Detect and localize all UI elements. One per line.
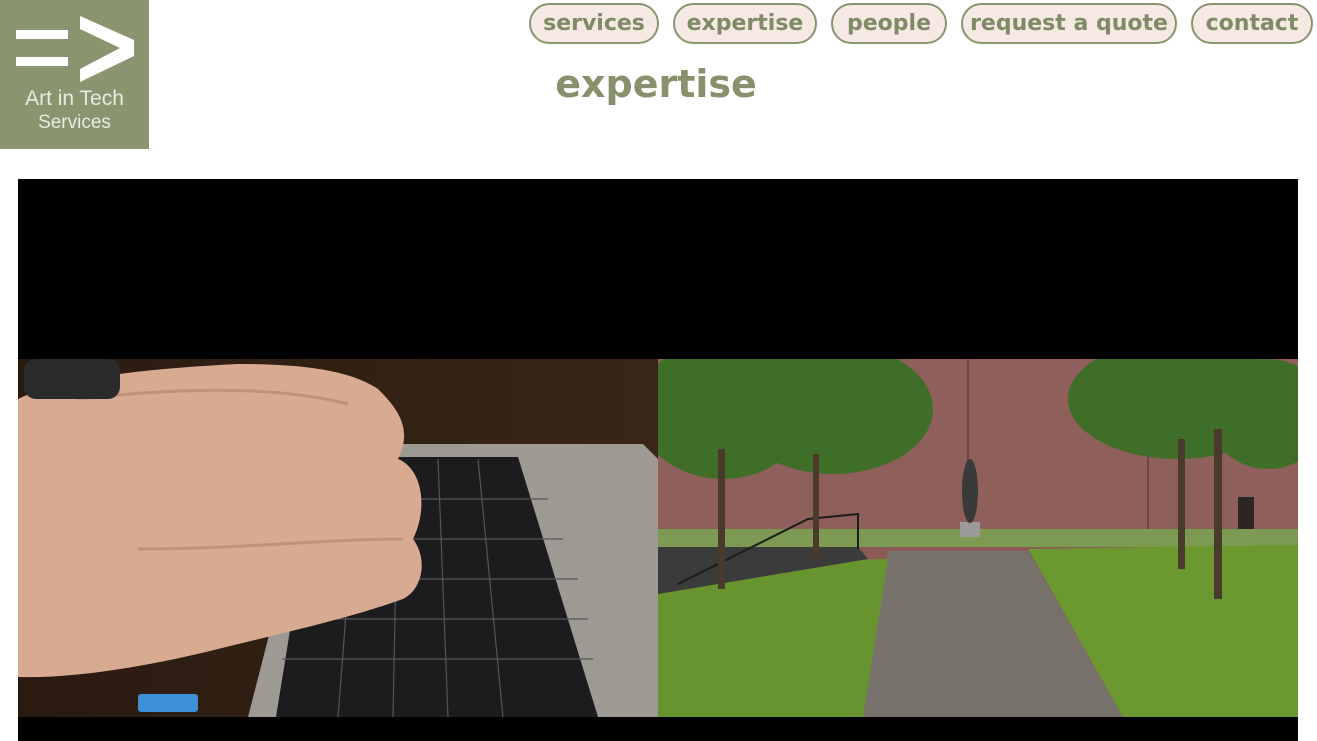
video-frame-courtyard	[658, 359, 1298, 717]
nav-contact-button[interactable]: contact	[1191, 3, 1313, 44]
page-title: expertise	[555, 62, 757, 106]
nav-request-quote-button[interactable]: request a quote	[961, 3, 1177, 44]
logo-text-line2: Services	[38, 112, 111, 133]
video-player[interactable]	[18, 179, 1298, 741]
video-frame-laptop	[18, 359, 658, 717]
nav-services-button[interactable]: services	[529, 3, 659, 44]
nav-people-button[interactable]: people	[831, 3, 947, 44]
main-nav: services expertise people request a quot…	[0, 3, 1317, 48]
logo-text-line1: Art in Tech	[25, 87, 124, 110]
nav-expertise-button[interactable]: expertise	[673, 3, 817, 44]
